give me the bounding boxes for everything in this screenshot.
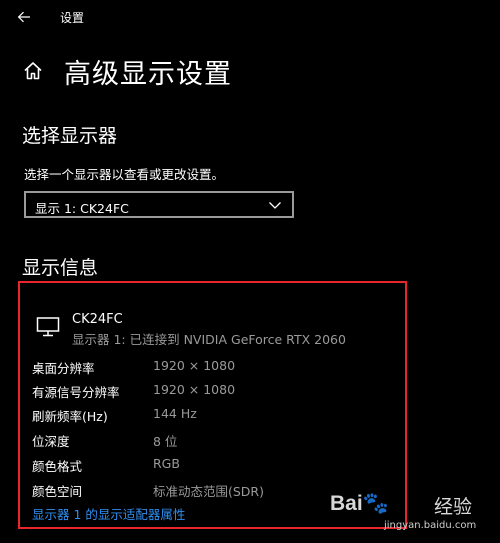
settings-window: 设置 高级显示设置 选择显示器 选择一个显示器以查看或更改设置。 显示 1: C… (0, 0, 500, 543)
home-icon[interactable] (22, 60, 44, 82)
display-info-heading: 显示信息 (22, 257, 99, 279)
watermark-url: jingyan.baidu.com (384, 520, 477, 531)
info-row-refresh-rate: 刷新频率(Hz) 144 Hz (32, 406, 392, 426)
select-display-heading: 选择显示器 (22, 125, 118, 147)
baidu-jingyan-watermark: Bai🐾 经验 jingyan.baidu.com (330, 488, 490, 538)
back-button[interactable] (10, 4, 38, 30)
info-row-bit-depth: 位深度 8 位 (32, 431, 392, 451)
monitor-connection-text: 显示器 1: 已连接到 NVIDIA GeForce RTX 2060 (72, 332, 346, 347)
title-bar: 设置 (0, 0, 500, 34)
monitor-name: CK24FC (72, 312, 123, 327)
select-display-help-text: 选择一个显示器以查看或更改设置。 (24, 167, 225, 182)
info-label: 颜色格式 (32, 459, 83, 474)
info-row-color-format: 颜色格式 RGB (32, 456, 392, 476)
info-label: 刷新频率(Hz) (32, 409, 108, 424)
baidu-logo: Bai🐾 (330, 492, 389, 515)
info-label: 位深度 (32, 434, 70, 449)
info-value: 8 位 (153, 434, 178, 449)
page-title: 高级显示设置 (64, 59, 232, 90)
back-arrow-icon (17, 11, 30, 23)
info-label: 有源信号分辨率 (32, 385, 120, 400)
info-row-active-signal-resolution: 有源信号分辨率 1920 × 1080 (32, 382, 392, 402)
display-select-dropdown[interactable]: 显示 1: CK24FC (24, 191, 294, 218)
display-adapter-properties-link[interactable]: 显示器 1 的显示适配器属性 (32, 504, 185, 523)
info-row-desktop-resolution: 桌面分辨率 1920 × 1080 (32, 358, 392, 378)
monitor-icon (36, 317, 60, 337)
info-value: 标准动态范围(SDR) (153, 484, 264, 499)
display-select-value: 显示 1: CK24FC (35, 201, 129, 216)
info-value: 1920 × 1080 (153, 382, 236, 397)
info-value: 144 Hz (153, 406, 197, 421)
info-value: 1920 × 1080 (153, 358, 236, 373)
info-label: 颜色空间 (32, 484, 83, 499)
info-label: 桌面分辨率 (32, 361, 95, 376)
window-title: 设置 (60, 11, 85, 25)
jingyan-logo-text: 经验 (434, 496, 473, 518)
chevron-down-icon (269, 202, 281, 209)
info-value: RGB (153, 456, 180, 471)
